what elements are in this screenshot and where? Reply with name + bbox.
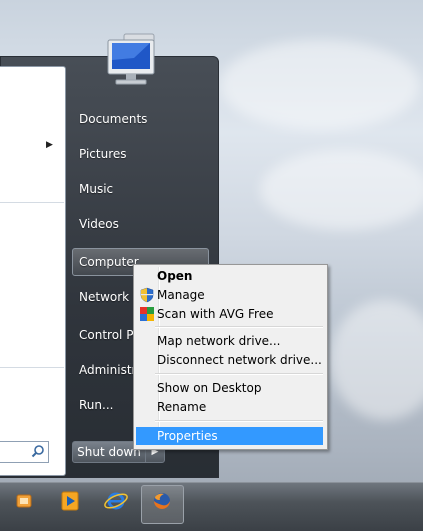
computer-link[interactable]: Computer <box>79 255 139 269</box>
divider <box>0 202 64 203</box>
menu-separator <box>155 420 323 422</box>
run-link[interactable]: Run... <box>79 398 113 412</box>
start-menu-programs-pane <box>0 66 66 476</box>
avg-icon <box>140 307 154 321</box>
submenu-arrow-icon[interactable]: ▶ <box>46 140 53 150</box>
cloud <box>260 150 423 230</box>
windows-explorer-icon[interactable] <box>4 486 44 524</box>
control-panel-link[interactable]: Control Pa <box>79 328 140 342</box>
menu-separator <box>155 326 323 328</box>
menu-item-properties[interactable]: Properties <box>157 429 218 443</box>
pictures-link[interactable]: Pictures <box>79 147 127 161</box>
menu-item-open[interactable]: Open <box>157 269 192 283</box>
internet-explorer-icon[interactable] <box>96 486 136 524</box>
menu-item-rename[interactable]: Rename <box>157 400 206 414</box>
firefox-icon[interactable] <box>142 486 182 524</box>
context-menu: Open Manage Scan with AVG Free Map netwo… <box>133 264 328 450</box>
cloud <box>220 40 420 130</box>
menu-item-show-on-desktop[interactable]: Show on Desktop <box>157 381 261 395</box>
menu-separator <box>155 373 323 375</box>
media-player-icon[interactable] <box>50 486 90 524</box>
menu-item-manage[interactable]: Manage <box>157 288 205 302</box>
divider <box>0 367 64 368</box>
cloud <box>330 300 423 420</box>
computer-icon <box>107 33 155 85</box>
menu-item-scan-avg[interactable]: Scan with AVG Free <box>157 307 274 321</box>
music-link[interactable]: Music <box>79 182 113 196</box>
documents-link[interactable]: Documents <box>79 112 147 126</box>
menu-item-disconnect-network-drive[interactable]: Disconnect network drive... <box>157 353 322 367</box>
shield-icon <box>140 287 154 303</box>
menu-item-map-network-drive[interactable]: Map network drive... <box>157 334 281 348</box>
network-link[interactable]: Network <box>79 290 129 304</box>
videos-link[interactable]: Videos <box>79 217 119 231</box>
search-icon[interactable] <box>31 444 45 458</box>
